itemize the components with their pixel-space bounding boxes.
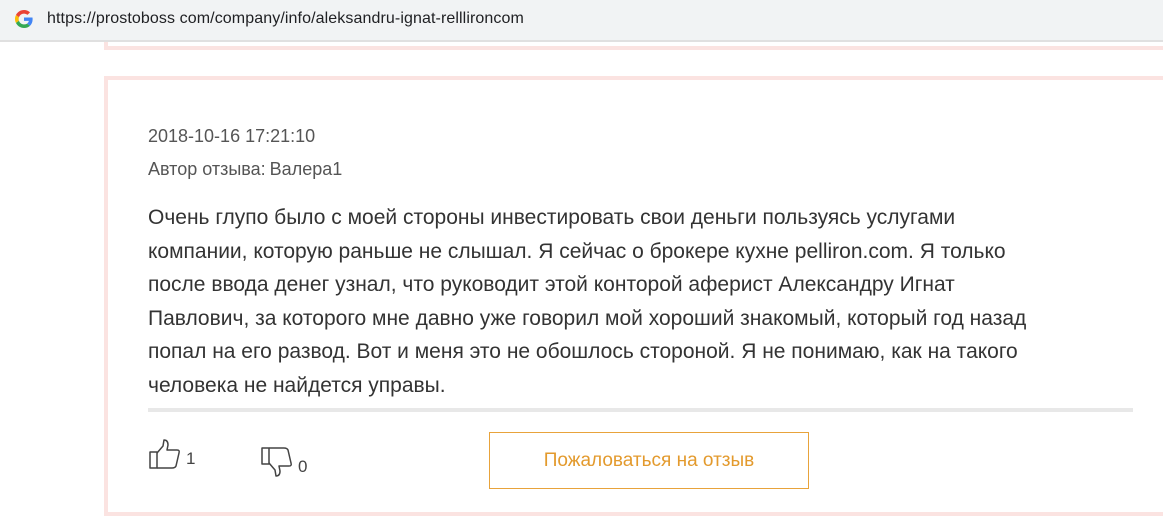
address-bar[interactable]: https://prostoboss com/company/info/alek…	[0, 0, 1163, 40]
previous-review-card-edge	[104, 42, 1163, 50]
review-text-line: попал на его развод. Вот и меня это не о…	[148, 340, 1018, 363]
like-count: 1	[186, 449, 196, 468]
url-text[interactable]: https://prostoboss com/company/info/alek…	[47, 10, 524, 28]
author-name: Валера1	[269, 159, 343, 179]
review-text-line: после ввода денег узнал, что руководит э…	[148, 273, 955, 296]
complain-button[interactable]: Пожаловаться на отзыв	[489, 432, 809, 489]
review-text-line: Очень глупо было с моей стороны инвестир…	[148, 206, 956, 229]
review-divider	[148, 408, 1133, 412]
review-date: 2018-10-16 17:21:10	[148, 126, 316, 146]
dislike-count: 0	[298, 457, 308, 476]
review-text-line: компании, которую раньше не слышал. Я се…	[148, 239, 1006, 263]
review-author: Автор отзыва: Валера1	[148, 159, 342, 180]
google-g-icon	[15, 10, 33, 28]
review-text-line: человека не найдется управы.	[148, 373, 446, 397]
like-button[interactable]: 1	[148, 438, 195, 470]
review-text-line: Павлович, за которого мне давно уже гово…	[148, 306, 1027, 330]
author-label: Автор отзыва:	[148, 159, 266, 179]
thumbs-down-icon	[261, 447, 292, 477]
dislike-button[interactable]: 0	[260, 446, 307, 478]
review-text: Очень глупо было с моей стороны инвестир…	[148, 201, 1133, 402]
thumbs-up-icon	[149, 439, 180, 469]
